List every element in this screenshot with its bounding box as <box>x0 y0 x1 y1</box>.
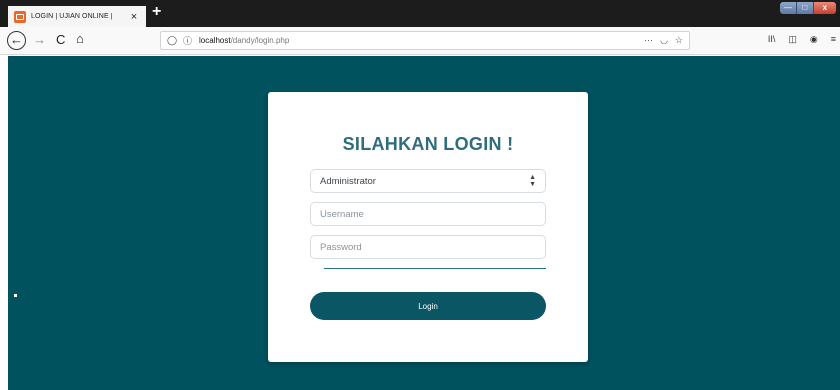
page-actions-icon[interactable]: ··· <box>644 35 653 46</box>
pocket-icon[interactable]: ◡ <box>660 35 668 46</box>
window-close-icon[interactable]: x <box>813 2 836 14</box>
role-select[interactable]: Administrator ▲ ▼ <box>310 169 546 193</box>
toolbar-right-icons: II\ ◫ ◉ ≡ <box>768 34 840 45</box>
minimize-icon[interactable]: — <box>780 2 797 14</box>
login-button[interactable]: Login <box>310 292 546 320</box>
tab-close-icon[interactable]: × <box>128 11 140 23</box>
username-input[interactable] <box>310 202 546 226</box>
browser-toolbar: ← → C ⌂ ◯ ⓘ localhost/dandy/login.php ··… <box>0 27 840 55</box>
select-arrows-icon: ▲ ▼ <box>529 174 536 188</box>
url-path: /dandy/login.php <box>230 36 290 45</box>
window-controls: — □ x <box>780 2 836 14</box>
login-card: SILAHKAN LOGIN ! Administrator ▲ ▼ Login <box>268 92 588 362</box>
sidebar-icon[interactable]: ◫ <box>788 34 797 45</box>
site-info-icon[interactable]: ⓘ <box>183 34 197 47</box>
back-icon[interactable]: ← <box>7 31 26 50</box>
forward-icon[interactable]: → <box>33 32 46 47</box>
home-icon[interactable]: ⌂ <box>76 31 84 46</box>
maximize-icon[interactable]: □ <box>796 2 814 14</box>
login-title: SILAHKAN LOGIN ! <box>342 134 514 154</box>
bookmark-star-icon[interactable]: ☆ <box>675 35 683 46</box>
menu-icon[interactable]: ≡ <box>831 34 836 45</box>
url-text[interactable]: localhost/dandy/login.php <box>199 36 289 45</box>
page-content: SILAHKAN LOGIN ! Administrator ▲ ▼ Login <box>8 56 840 390</box>
form-divider <box>324 268 546 269</box>
tracking-shield-icon[interactable]: ◯ <box>167 35 179 46</box>
browser-tab[interactable]: LOGIN | UJIAN ONLINE | × <box>8 6 146 27</box>
password-input[interactable] <box>310 235 546 259</box>
account-icon[interactable]: ◉ <box>810 34 818 45</box>
library-icon[interactable]: II\ <box>768 34 776 45</box>
role-select-value: Administrator <box>320 175 376 187</box>
address-bar[interactable]: ◯ ⓘ localhost/dandy/login.php ··· ◡ ☆ <box>160 31 690 50</box>
tab-title: LOGIN | UJIAN ONLINE | <box>31 13 113 20</box>
url-actions: ··· ◡ ☆ <box>644 35 683 46</box>
tab-favicon-icon <box>14 10 26 23</box>
reload-icon[interactable]: C <box>56 32 65 47</box>
new-tab-icon[interactable]: + <box>152 4 161 20</box>
edge-mark <box>14 294 17 297</box>
url-host: localhost <box>199 36 231 45</box>
browser-tab-strip: LOGIN | UJIAN ONLINE | × + — □ x <box>0 0 840 27</box>
